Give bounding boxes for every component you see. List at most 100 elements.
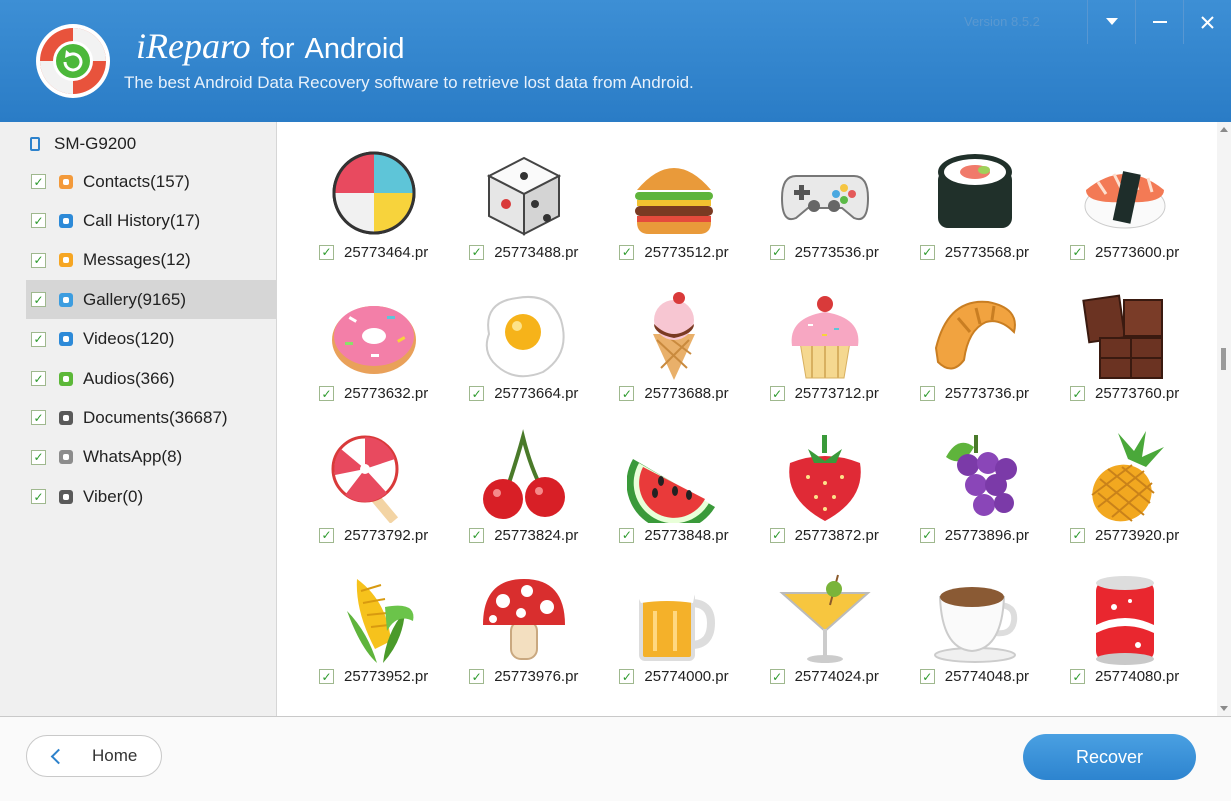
sidebar-item[interactable]: ✓ Call History(17): [26, 201, 276, 240]
category-checkbox[interactable]: ✓: [31, 252, 46, 268]
vertical-scrollbar[interactable]: [1217, 122, 1231, 716]
gallery-item[interactable]: ✓ 25773760.pr: [1062, 264, 1192, 402]
gallery-item[interactable]: ✓ 25773464.pr: [311, 122, 441, 261]
dice-thumbnail[interactable]: [477, 146, 571, 240]
sidebar-item[interactable]: ✓ Documents(36687): [26, 398, 276, 437]
beer-mug-thumbnail[interactable]: [627, 571, 721, 665]
recover-button[interactable]: Recover: [1023, 734, 1196, 780]
gallery-item[interactable]: ✓ 25773712.pr: [762, 264, 892, 402]
gallery-item[interactable]: ✓ 25774080.pr: [1062, 547, 1192, 685]
gallery-item[interactable]: ✓ 25773568.pr: [912, 122, 1042, 261]
item-checkbox[interactable]: ✓: [1070, 244, 1085, 260]
sidebar-item[interactable]: ✓ Viber(0): [26, 477, 276, 516]
ice-cream-cone-thumbnail[interactable]: [627, 288, 721, 382]
device-item[interactable]: SM-G9200: [30, 132, 136, 156]
home-button[interactable]: Home: [26, 735, 162, 777]
sidebar-item[interactable]: ✓ Videos(120): [26, 320, 276, 359]
gallery-item[interactable]: ✓ 25773872.pr: [762, 405, 892, 544]
category-checkbox[interactable]: ✓: [31, 174, 46, 189]
gallery-item[interactable]: ✓ 25773488.pr: [461, 122, 591, 261]
beach-ball-thumbnail[interactable]: [327, 146, 421, 240]
item-checkbox[interactable]: ✓: [1070, 527, 1085, 543]
sidebar-item[interactable]: ✓ Gallery(9165): [26, 280, 276, 320]
cherries-thumbnail[interactable]: [477, 429, 571, 523]
coffee-cup-thumbnail[interactable]: [928, 571, 1022, 665]
donut-thumbnail[interactable]: [327, 288, 421, 382]
gallery-item[interactable]: ✓ 25774000.pr: [611, 547, 741, 685]
item-checkbox[interactable]: ✓: [1070, 386, 1085, 401]
watermelon-thumbnail[interactable]: [627, 429, 721, 523]
chocolate-bar-thumbnail[interactable]: [1078, 288, 1172, 382]
category-checkbox[interactable]: ✓: [31, 449, 46, 465]
gallery-item[interactable]: ✓ 25773632.pr: [311, 264, 441, 402]
item-checkbox[interactable]: ✓: [619, 244, 635, 260]
cupcake-thumbnail[interactable]: [778, 288, 872, 382]
fried-egg-thumbnail[interactable]: [477, 288, 571, 382]
gallery-item[interactable]: ✓ 25773896.pr: [912, 405, 1042, 544]
gallery-item[interactable]: ✓ 25773824.pr: [461, 405, 591, 544]
corn-thumbnail[interactable]: [327, 571, 421, 665]
gallery-item[interactable]: ✓ 25773688.pr: [611, 264, 741, 402]
scroll-up-arrow-icon[interactable]: [1220, 127, 1228, 132]
cocktail-thumbnail[interactable]: [778, 571, 872, 665]
sushi-roll-thumbnail[interactable]: [928, 146, 1022, 240]
gallery-item[interactable]: ✓ 25773952.pr: [311, 547, 441, 685]
grapes-thumbnail[interactable]: [928, 429, 1022, 523]
gallery-item[interactable]: ✓ 25774048.pr: [912, 547, 1042, 685]
strawberry-thumbnail[interactable]: [778, 429, 872, 523]
gallery-item[interactable]: ✓ 25774024.pr: [762, 547, 892, 685]
gallery-item[interactable]: ✓ 25773512.pr: [611, 122, 741, 261]
item-checkbox[interactable]: ✓: [919, 669, 935, 684]
item-checkbox[interactable]: ✓: [319, 669, 334, 684]
item-checkbox[interactable]: ✓: [469, 386, 485, 401]
item-checkbox[interactable]: ✓: [469, 669, 485, 684]
category-checkbox[interactable]: ✓: [31, 292, 46, 308]
gallery-item[interactable]: ✓ 25773536.pr: [762, 122, 892, 261]
item-checkbox[interactable]: ✓: [319, 244, 334, 260]
item-checkbox[interactable]: ✓: [469, 527, 485, 543]
scrollbar-thumb[interactable]: [1221, 348, 1226, 370]
croissant-thumbnail[interactable]: [928, 288, 1022, 382]
sidebar-item[interactable]: ✓ WhatsApp(8): [26, 438, 276, 477]
item-checkbox[interactable]: ✓: [769, 386, 785, 401]
gallery-item[interactable]: ✓ 25773920.pr: [1062, 405, 1192, 544]
item-checkbox[interactable]: ✓: [769, 527, 785, 543]
item-checkbox[interactable]: ✓: [919, 386, 935, 401]
lollipop-thumbnail[interactable]: [327, 429, 421, 523]
item-checkbox[interactable]: ✓: [619, 669, 635, 684]
category-checkbox[interactable]: ✓: [31, 410, 46, 426]
item-checkbox[interactable]: ✓: [619, 386, 635, 401]
mushroom-thumbnail[interactable]: [477, 571, 571, 665]
soda-can-thumbnail[interactable]: [1078, 571, 1172, 665]
item-checkbox[interactable]: ✓: [769, 244, 785, 260]
dropdown-menu-button[interactable]: [1087, 0, 1135, 44]
category-checkbox[interactable]: ✓: [31, 489, 46, 505]
category-checkbox[interactable]: ✓: [31, 213, 46, 229]
gallery-item[interactable]: ✓ 25773848.pr: [611, 405, 741, 544]
pineapple-thumbnail[interactable]: [1078, 429, 1172, 523]
hamburger-thumbnail[interactable]: [627, 146, 721, 240]
item-checkbox[interactable]: ✓: [769, 669, 785, 684]
sidebar-item[interactable]: ✓ Contacts(157): [26, 162, 276, 201]
item-checkbox[interactable]: ✓: [1070, 669, 1085, 684]
category-checkbox[interactable]: ✓: [31, 331, 46, 347]
category-checkbox[interactable]: ✓: [31, 371, 46, 386]
game-controller-thumbnail[interactable]: [778, 146, 872, 240]
item-checkbox[interactable]: ✓: [619, 527, 635, 543]
gallery-item[interactable]: ✓ 25773976.pr: [461, 547, 591, 685]
item-checkbox[interactable]: ✓: [919, 244, 935, 260]
sidebar-item[interactable]: ✓ Audios(366): [26, 359, 276, 398]
item-checkbox[interactable]: ✓: [919, 527, 935, 543]
minimize-button[interactable]: [1135, 0, 1183, 44]
gallery-item[interactable]: ✓ 25773736.pr: [912, 264, 1042, 402]
gallery-item[interactable]: ✓ 25773792.pr: [311, 405, 441, 544]
scroll-down-arrow-icon[interactable]: [1220, 706, 1228, 711]
salmon-nigiri-thumbnail[interactable]: [1078, 146, 1172, 240]
item-checkbox[interactable]: ✓: [319, 527, 334, 543]
gallery-item[interactable]: ✓ 25773600.pr: [1062, 122, 1192, 261]
item-checkbox[interactable]: ✓: [469, 244, 485, 260]
gallery-item[interactable]: ✓ 25773664.pr: [461, 264, 591, 402]
close-button[interactable]: [1183, 0, 1231, 44]
sidebar-item[interactable]: ✓ Messages(12): [26, 241, 276, 280]
item-checkbox[interactable]: ✓: [319, 386, 334, 401]
